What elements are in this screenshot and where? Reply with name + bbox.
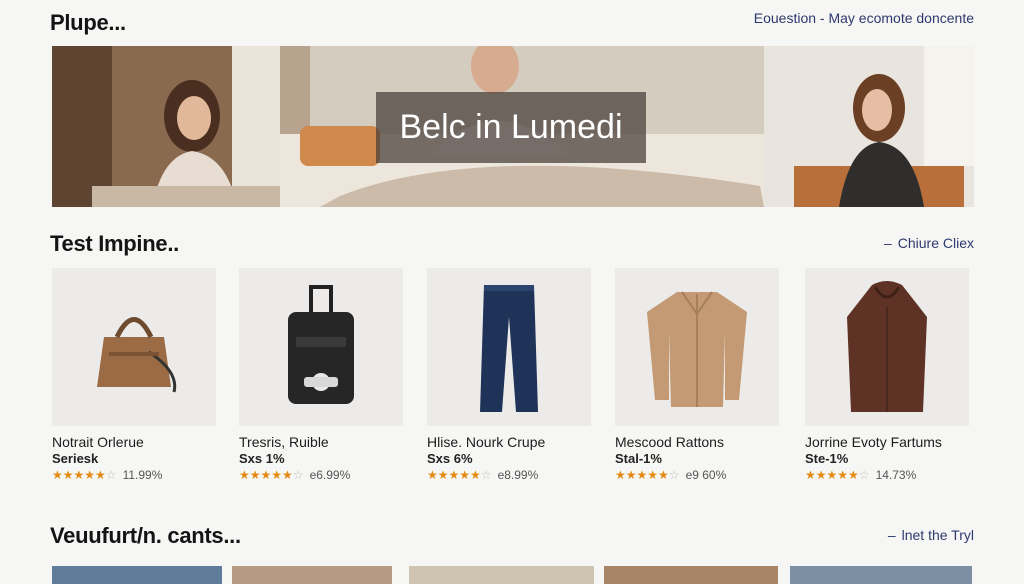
rating-stars: ★★★★★☆ — [427, 468, 492, 482]
product-name: Jorrine Evoty Fartums — [805, 434, 942, 450]
section-header-products: Test Impine.. – Chiure Cliex — [0, 230, 1024, 260]
product-subtitle: Seriesk — [52, 451, 99, 466]
pants-icon — [480, 285, 538, 412]
product-meta: ★★★★★☆ e6.99% — [239, 468, 403, 482]
product-name: Tresris, Ruible — [239, 434, 329, 450]
product-subtitle: Sxs 6% — [427, 451, 473, 466]
rating-stars: ★★★★★☆ — [52, 468, 117, 482]
product-image — [615, 268, 779, 426]
rating-stars: ★★★★★☆ — [239, 468, 304, 482]
section-link-products[interactable]: – Chiure Cliex — [884, 235, 974, 251]
hero-image-woman-left — [52, 46, 280, 207]
product-subtitle: Stal-1% — [615, 451, 662, 466]
thumbnail-strip — [0, 566, 1024, 584]
section-link-second[interactable]: – lnet the Tryl — [888, 527, 974, 543]
product-meta: ★★★★★☆ e9 60% — [615, 468, 779, 482]
product-image — [239, 268, 403, 426]
product-percent: 11.99% — [122, 468, 163, 482]
section-header-second: Veuufurt/n. cants... – lnet the Tryl — [0, 522, 1024, 552]
luggage-icon — [288, 285, 354, 404]
dash-icon: – — [883, 235, 892, 251]
product-subtitle: Ste-1% — [805, 451, 849, 466]
thumbnail-image[interactable] — [232, 566, 392, 584]
product-image — [52, 268, 216, 426]
thumbnail-image[interactable] — [790, 566, 972, 584]
coat-icon — [847, 281, 927, 412]
product-card[interactable]: Hlise. Nourk Crupe Sxs 6% ★★★★★☆ e8.99% — [427, 268, 591, 482]
hero-caption-text: Belc in Lumedi — [399, 108, 623, 146]
thumbnail-image[interactable] — [52, 566, 222, 584]
product-percent: 14.73% — [875, 468, 917, 482]
product-meta: ★★★★★☆ 14.73% — [805, 468, 969, 482]
product-card[interactable]: Mescood Rattons Stal-1% ★★★★★☆ e9 60% — [615, 268, 779, 482]
thumbnail-image[interactable] — [409, 566, 594, 584]
product-percent: e8.99% — [497, 468, 539, 482]
section-title-products: Test Impine.. — [50, 231, 179, 256]
product-percent: e6.99% — [309, 468, 351, 482]
bag-icon — [97, 317, 177, 393]
section-title-second: Veuufurt/n. cants... — [50, 523, 241, 548]
product-name: Notrait Orlerue — [52, 434, 144, 450]
product-percent: e9 60% — [685, 468, 727, 482]
thumbnail-image[interactable] — [604, 566, 778, 584]
product-name: Mescood Rattons — [615, 434, 724, 450]
hero-image-woman-right — [764, 46, 974, 207]
product-image — [805, 268, 969, 426]
header-link[interactable]: Eouestion - May ecomote doncente — [754, 10, 974, 26]
product-name: Hlise. Nourk Crupe — [427, 434, 546, 450]
top-header: Plupe... Eouestion - May ecomote doncent… — [0, 8, 1024, 38]
product-image — [427, 268, 591, 426]
page-title: Plupe... — [50, 10, 126, 35]
product-card[interactable]: Notrait Orlerue Seriesk ★★★★★☆ 11.99% — [52, 268, 216, 482]
product-card[interactable]: Jorrine Evoty Fartums Ste-1% ★★★★★☆ 14.7… — [805, 268, 969, 482]
rating-stars: ★★★★★☆ — [805, 468, 870, 482]
rating-stars: ★★★★★☆ — [615, 468, 680, 482]
dash-icon: – — [887, 527, 896, 543]
product-meta: ★★★★★☆ 11.99% — [52, 468, 216, 482]
product-meta: ★★★★★☆ e8.99% — [427, 468, 591, 482]
product-card[interactable]: Tresris, Ruible Sxs 1% ★★★★★☆ e6.99% — [239, 268, 403, 482]
hero-caption: Belc in Lumedi — [376, 92, 646, 163]
section-link-products-label: Chiure Cliex — [897, 235, 974, 251]
product-subtitle: Sxs 1% — [239, 451, 285, 466]
section-link-second-label: lnet the Tryl — [901, 527, 974, 543]
jacket-icon — [647, 291, 747, 407]
hero-banner[interactable]: Belc in Lumedi — [52, 46, 974, 207]
